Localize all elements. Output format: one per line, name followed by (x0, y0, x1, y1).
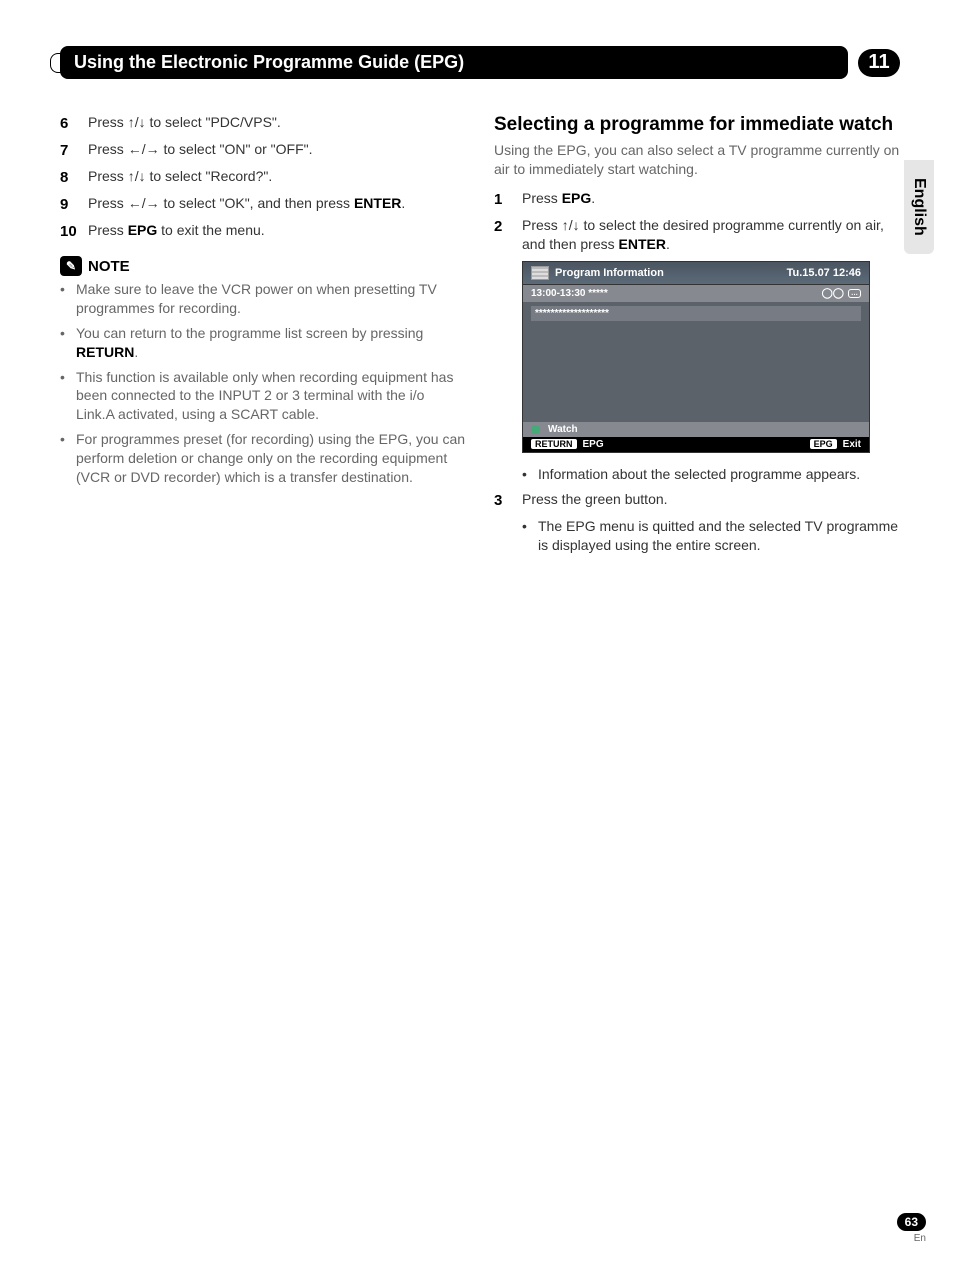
osd-title: Program Information (555, 267, 664, 279)
osd-program-info: Program Information Tu.15.07 12:46 13:00… (522, 261, 870, 453)
page-title: Using the Electronic Programme Guide (EP… (60, 46, 848, 79)
note-item: Make sure to leave the VCR power on when… (60, 280, 466, 318)
step-9: 9 Press ←/→ to select "OK", and then pre… (60, 194, 466, 215)
note-item: For programmes preset (for recording) us… (60, 430, 466, 487)
note-item: You can return to the programme list scr… (60, 324, 466, 362)
exit-label: Exit (843, 439, 861, 450)
step-6: 6 Press ↑/↓ to select "PDC/VPS". (60, 113, 466, 134)
subtitle-icon: … (848, 289, 861, 298)
osd-datetime: Tu.15.07 12:46 (787, 267, 861, 279)
osd-watch-label: Watch (548, 424, 578, 435)
step-3-sub: The EPG menu is quitted and the selected… (522, 517, 900, 555)
info-bullet: Information about the selected programme… (522, 465, 900, 484)
section-intro: Using the EPG, you can also select a TV … (494, 141, 900, 179)
section-title: Selecting a programme for immediate watc… (494, 113, 900, 137)
epg-key: EPG (810, 439, 837, 449)
chapter-number-badge: 11 (858, 49, 900, 77)
language-tab: English (904, 160, 934, 254)
note-heading: NOTE (88, 258, 130, 275)
osd-timeslot: 13:00-13:30 ***** (531, 288, 608, 299)
osd-body-row: ******************* (531, 306, 861, 321)
green-button-icon (531, 425, 540, 434)
chapter-header: Using the Electronic Programme Guide (EP… (60, 46, 900, 79)
return-key: RETURN (531, 439, 577, 449)
left-column: 6 Press ↑/↓ to select "PDC/VPS". 7 Press… (60, 113, 466, 560)
step-10: 10 Press EPG to exit the menu. (60, 221, 466, 242)
return-label: EPG (583, 439, 604, 450)
note-block: NOTE Make sure to leave the VCR power on… (60, 256, 466, 487)
right-column: Selecting a programme for immediate watc… (494, 113, 900, 560)
step-2: 2 Press ↑/↓ to select the desired progra… (494, 216, 900, 255)
page-footer: 63 En (897, 1213, 926, 1244)
step-1: 1 Press EPG. (494, 189, 900, 210)
osd-header-icon (531, 266, 549, 280)
step-3: 3 Press the green button. (494, 490, 900, 511)
note-item: This function is available only when rec… (60, 368, 466, 425)
step-7: 7 Press ←/→ to select "ON" or "OFF". (60, 140, 466, 161)
page-number: 63 (897, 1213, 926, 1231)
step-8: 8 Press ↑/↓ to select "Record?". (60, 167, 466, 188)
page-lang: En (897, 1233, 926, 1244)
stereo-icon: ◯◯ (822, 288, 844, 299)
note-icon (60, 256, 82, 276)
